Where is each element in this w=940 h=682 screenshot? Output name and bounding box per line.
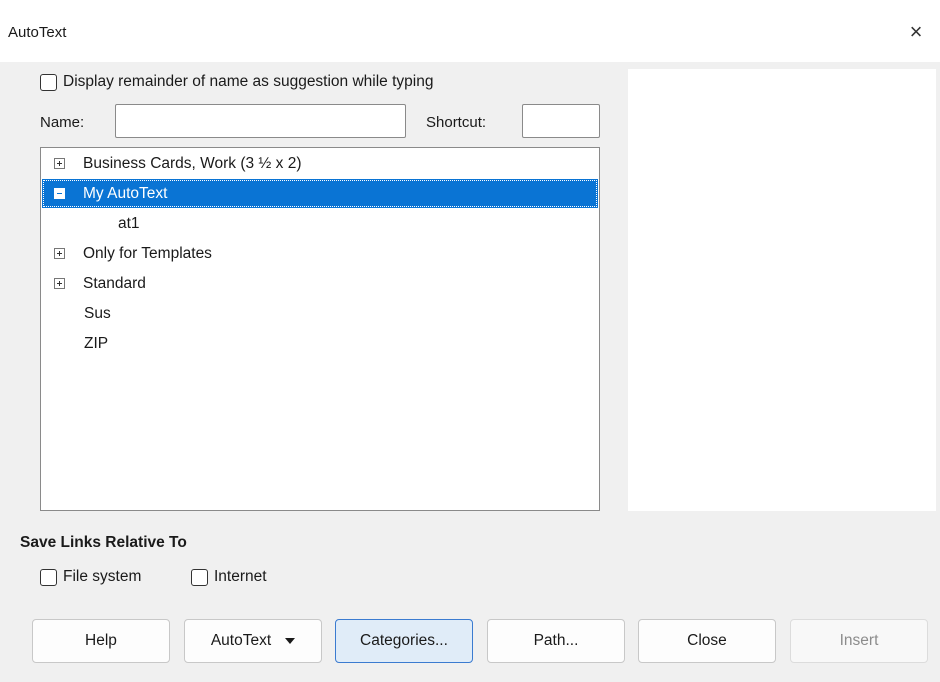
expand-icon[interactable] [54,158,65,169]
tree-item-at1[interactable]: at1 [42,209,598,238]
display-remainder-label: Display remainder of name as suggestion … [63,73,434,90]
tree-item-label: Only for Templates [83,244,212,262]
path-button[interactable]: Path... [487,619,625,663]
tree-item-sus[interactable]: Sus [42,299,598,328]
expand-icon[interactable] [54,248,65,259]
internet-label: Internet [214,568,267,585]
tree-item-label: ZIP [84,334,109,352]
file-system-checkbox[interactable] [40,568,57,586]
collapse-icon[interactable] [54,188,65,199]
internet-checkbox[interactable] [191,568,208,586]
tree-item-label: Business Cards, Work (3 ½ x 2) [83,154,302,172]
file-system-label: File system [63,568,142,585]
autotext-tree[interactable]: Business Cards, Work (3 ½ x 2) My AutoTe… [40,147,600,511]
tree-item-zip[interactable]: ZIP [42,329,598,358]
window-title: AutoText [8,24,67,41]
save-links-title: Save Links Relative To [20,534,187,551]
tree-item-label: Standard [83,274,146,292]
shortcut-input[interactable] [522,104,600,138]
name-input[interactable] [115,104,406,138]
tree-item-my-autotext[interactable]: My AutoText [42,179,598,208]
display-remainder-checkbox[interactable] [40,73,57,91]
categories-button[interactable]: Categories... [335,619,473,663]
tree-item-label: My AutoText [83,184,168,202]
insert-button-label: Insert [839,632,879,649]
display-remainder-option[interactable]: Display remainder of name as suggestion … [40,73,433,91]
path-button-label: Path... [533,632,579,649]
internet-option[interactable]: Internet [191,568,267,586]
file-system-option[interactable]: File system [40,568,141,586]
expand-icon[interactable] [54,278,65,289]
dropdown-arrow-icon [285,638,296,644]
tree-item-label: at1 [118,214,140,232]
insert-button[interactable]: Insert [790,619,928,663]
close-button-label: Close [687,632,727,649]
close-icon[interactable]: × [902,18,930,46]
preview-pane [628,69,936,511]
help-button[interactable]: Help [32,619,170,663]
tree-item-business-cards[interactable]: Business Cards, Work (3 ½ x 2) [42,149,598,178]
autotext-menu-button[interactable]: AutoText [184,619,322,663]
tree-item-only-for-templates[interactable]: Only for Templates [42,239,598,268]
close-button[interactable]: Close [638,619,776,663]
name-label: Name: [40,114,85,131]
categories-button-label: Categories... [360,632,448,649]
shortcut-label: Shortcut: [426,114,487,131]
tree-item-label: Sus [84,304,111,322]
help-button-label: Help [85,632,117,649]
title-bar: AutoText × [0,0,940,62]
tree-item-standard[interactable]: Standard [42,269,598,298]
autotext-button-label: AutoText [210,632,272,649]
